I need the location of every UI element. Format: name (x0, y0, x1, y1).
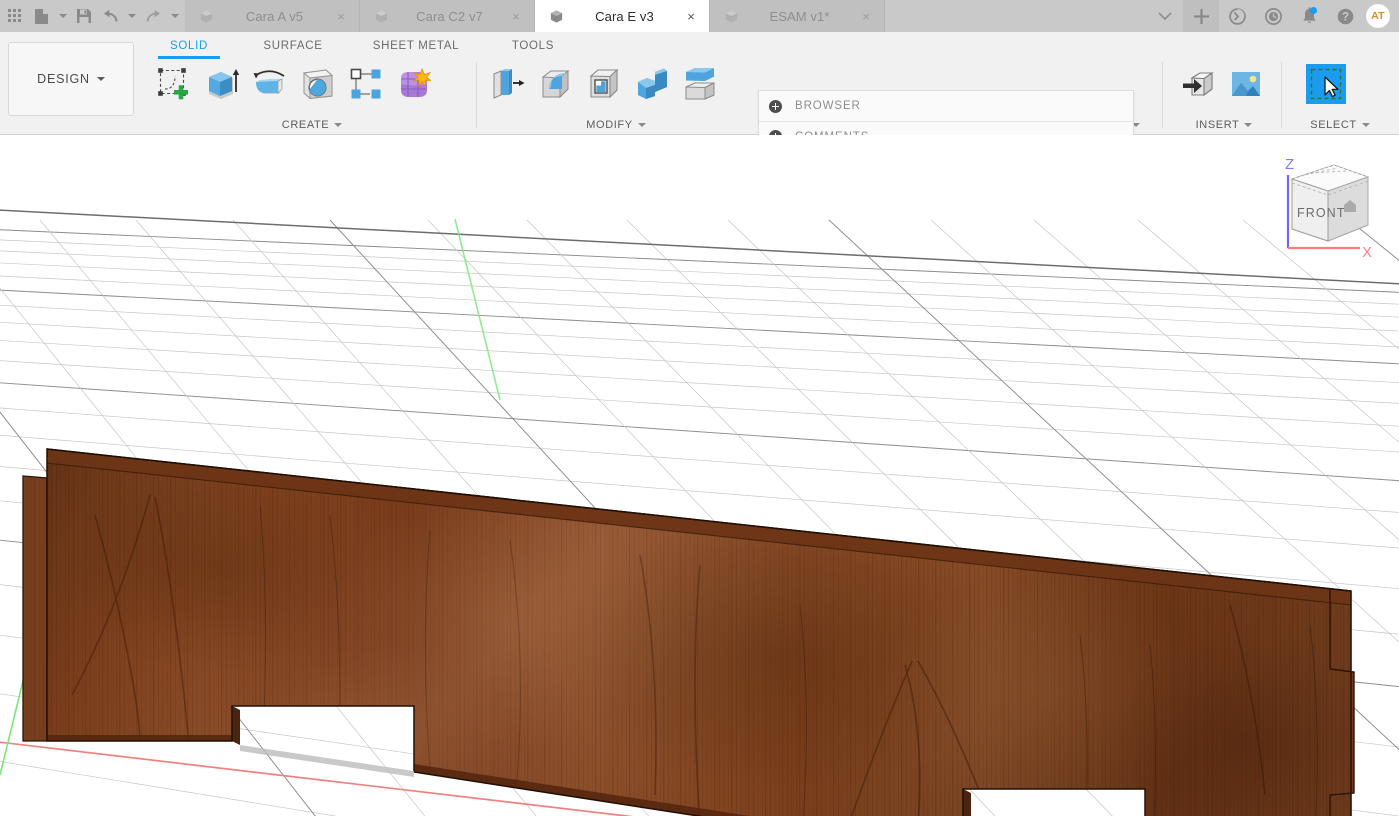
redo-dropdown-caret[interactable] (166, 0, 183, 32)
panel-create: CREATE (150, 59, 474, 131)
panel-insert: INSERT (1172, 59, 1276, 131)
document-cube-icon (200, 9, 213, 23)
svg-text:?: ? (1341, 11, 1348, 23)
document-tab-label: Cara A v5 (245, 8, 304, 24)
document-tab-active[interactable]: Cara E v3 × (535, 0, 710, 32)
document-cube-icon (725, 9, 738, 23)
ribbon-tab-label: SHEET METAL (372, 40, 460, 52)
file-dropdown-caret[interactable] (54, 0, 71, 32)
notification-badge (1310, 7, 1317, 14)
document-tab[interactable]: Cara C2 v7 × (360, 0, 535, 32)
pattern-icon[interactable] (342, 59, 390, 109)
header-actions: ? AT (1147, 0, 1399, 32)
panel-modify-label: MODIFY (586, 119, 633, 131)
quick-access-toolbar (0, 0, 185, 32)
title-bar: Cara A v5 × Cara C2 v7 × Cara E v3 × ESAM v1* × (0, 0, 1399, 32)
document-tab[interactable]: ESAM v1* × (710, 0, 885, 32)
document-tab-label: ESAM v1* (769, 8, 830, 24)
ribbon-tab-sheet-metal[interactable]: SHEET METAL (357, 37, 475, 56)
panel-create-label-row[interactable]: CREATE (150, 119, 474, 131)
chevron-down-icon (96, 77, 105, 81)
recent-clock-icon[interactable] (1255, 0, 1291, 32)
shell-icon[interactable] (580, 59, 628, 109)
new-tab-plus-icon[interactable] (1183, 0, 1219, 32)
chevron-down-icon (637, 123, 646, 127)
document-tab-label: Cara E v3 (595, 8, 654, 24)
document-tab[interactable]: Cara A v5 × (185, 0, 360, 32)
press-pull-icon[interactable] (484, 59, 532, 109)
extrude-icon[interactable] (198, 59, 246, 109)
job-status-icon[interactable] (1219, 0, 1255, 32)
notifications-bell-icon[interactable] (1291, 0, 1327, 32)
new-file-icon[interactable] (28, 0, 54, 32)
create-form-icon[interactable] (390, 59, 438, 109)
3d-viewport[interactable]: Z X FRONT (0, 135, 1399, 816)
panel-modify: MODIFY (484, 59, 748, 131)
combine-icon[interactable] (628, 59, 676, 109)
document-cube-icon (375, 9, 388, 23)
sky-area (0, 135, 1399, 213)
expand-plus-icon (769, 99, 782, 113)
panel-select-label: SELECT (1310, 119, 1357, 131)
panel-divider (1162, 62, 1163, 128)
document-cube-icon (550, 9, 563, 23)
split-face-icon[interactable] (676, 59, 724, 109)
tab-close-icon[interactable]: × (510, 9, 522, 24)
insert-derive-icon[interactable] (1174, 59, 1222, 109)
workspace-switcher-design[interactable]: DESIGN (8, 42, 134, 116)
chevron-down-icon (334, 123, 343, 127)
tab-close-icon[interactable]: × (860, 9, 872, 24)
user-avatar[interactable]: AT (1366, 4, 1390, 28)
notch-left-inner-face (232, 706, 240, 745)
panel-bottom-band-a (47, 735, 232, 741)
fusion360-window: Cara A v5 × Cara C2 v7 × Cara E v3 × ESAM v1* × (0, 0, 1399, 816)
panel-insert-label: INSERT (1195, 119, 1240, 131)
ribbon-tab-label: TOOLS (511, 40, 555, 52)
notch-right-inner-face (963, 789, 971, 816)
viewcube-hit-area[interactable] (1261, 147, 1391, 262)
ribbon-tab-label: SURFACE (263, 40, 323, 52)
panel-insert-label-row[interactable]: INSERT (1172, 119, 1276, 131)
help-icon[interactable]: ? (1327, 0, 1363, 32)
panel-select: SELECT (1290, 59, 1390, 131)
viewport-canvas[interactable]: Z X FRONT (0, 135, 1399, 816)
chevron-down-icon (1361, 123, 1370, 127)
document-tab-strip: Cara A v5 × Cara C2 v7 × Cara E v3 × ESAM v1* × (185, 0, 885, 32)
undo-icon[interactable] (97, 0, 123, 32)
ribbon-tab-surface[interactable]: SURFACE (247, 37, 339, 56)
tab-close-icon[interactable]: × (335, 9, 347, 24)
apps-grid-icon[interactable] (2, 0, 28, 32)
create-sketch-icon[interactable] (150, 59, 198, 109)
ribbon-tab-tools[interactable]: TOOLS (498, 37, 568, 56)
ribbon-toolbar: DESIGN SOLID SURFACE SHEET METAL TOOLS C… (0, 32, 1399, 166)
panel-create-label: CREATE (281, 119, 330, 131)
insert-canvas-icon[interactable] (1222, 59, 1270, 109)
tab-overflow-caret-icon[interactable] (1147, 0, 1183, 32)
ribbon-tab-solid[interactable]: SOLID (150, 37, 228, 59)
select-window-icon[interactable] (1302, 59, 1350, 109)
panel-divider (1281, 62, 1282, 128)
sphere-icon[interactable] (294, 59, 342, 109)
tab-close-icon[interactable]: × (685, 9, 697, 24)
redo-icon[interactable] (140, 0, 166, 32)
save-icon[interactable] (71, 0, 97, 32)
panel-select-label-row[interactable]: SELECT (1290, 119, 1390, 131)
panel-modify-label-row[interactable]: MODIFY (484, 119, 748, 131)
document-tab-label: Cara C2 v7 (416, 8, 483, 24)
browser-row[interactable]: BROWSER (759, 91, 1133, 121)
ribbon-tab-label: SOLID (169, 40, 208, 52)
fillet-icon[interactable] (532, 59, 580, 109)
browser-label: BROWSER (795, 100, 861, 112)
revolve-icon[interactable] (246, 59, 294, 109)
undo-dropdown-caret[interactable] (123, 0, 140, 32)
chevron-down-icon (1244, 123, 1253, 127)
panel-divider (476, 62, 477, 128)
ribbon-tab-strip: SOLID SURFACE SHEET METAL TOOLS (150, 37, 568, 59)
workspace-switcher-label: DESIGN (37, 72, 90, 86)
